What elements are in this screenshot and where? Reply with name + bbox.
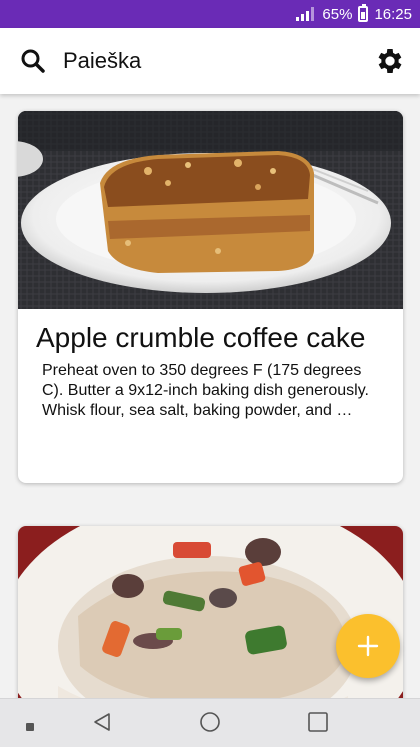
recipe-description: Preheat oven to 350 degrees F (175 degre… [42, 362, 369, 419]
overview-icon [308, 712, 328, 732]
back-icon [94, 713, 110, 731]
settings-button[interactable] [374, 45, 406, 77]
battery-percent: 65% [322, 5, 353, 23]
status-time: 16:25 [374, 5, 412, 23]
status-bar: 65% 16:25 [0, 0, 420, 28]
add-recipe-button[interactable] [336, 614, 400, 678]
app-bar: Paieška [0, 28, 420, 94]
signal-icon [296, 7, 316, 21]
navigation-bar [0, 698, 420, 747]
recents-dot-icon[interactable] [26, 718, 34, 736]
overview-button[interactable] [307, 711, 329, 738]
home-button[interactable] [199, 711, 221, 738]
settings-gear-icon [378, 49, 402, 73]
plus-icon [357, 635, 379, 657]
search-button[interactable] [18, 46, 48, 76]
recipe-card[interactable]: Apple crumble coffee cake Preheat oven t… [18, 111, 403, 483]
search-icon [21, 49, 45, 73]
recipe-title: Apple crumble coffee cake [36, 322, 366, 353]
back-button[interactable] [91, 711, 113, 738]
battery-icon [358, 4, 369, 22]
recipe-photo [18, 526, 403, 698]
page-title: Paieška [63, 48, 142, 73]
recipe-list[interactable]: Apple crumble coffee cake Preheat oven t… [0, 94, 420, 698]
home-icon [200, 712, 220, 732]
recipe-photo [18, 111, 403, 309]
recipe-card[interactable] [18, 526, 403, 698]
